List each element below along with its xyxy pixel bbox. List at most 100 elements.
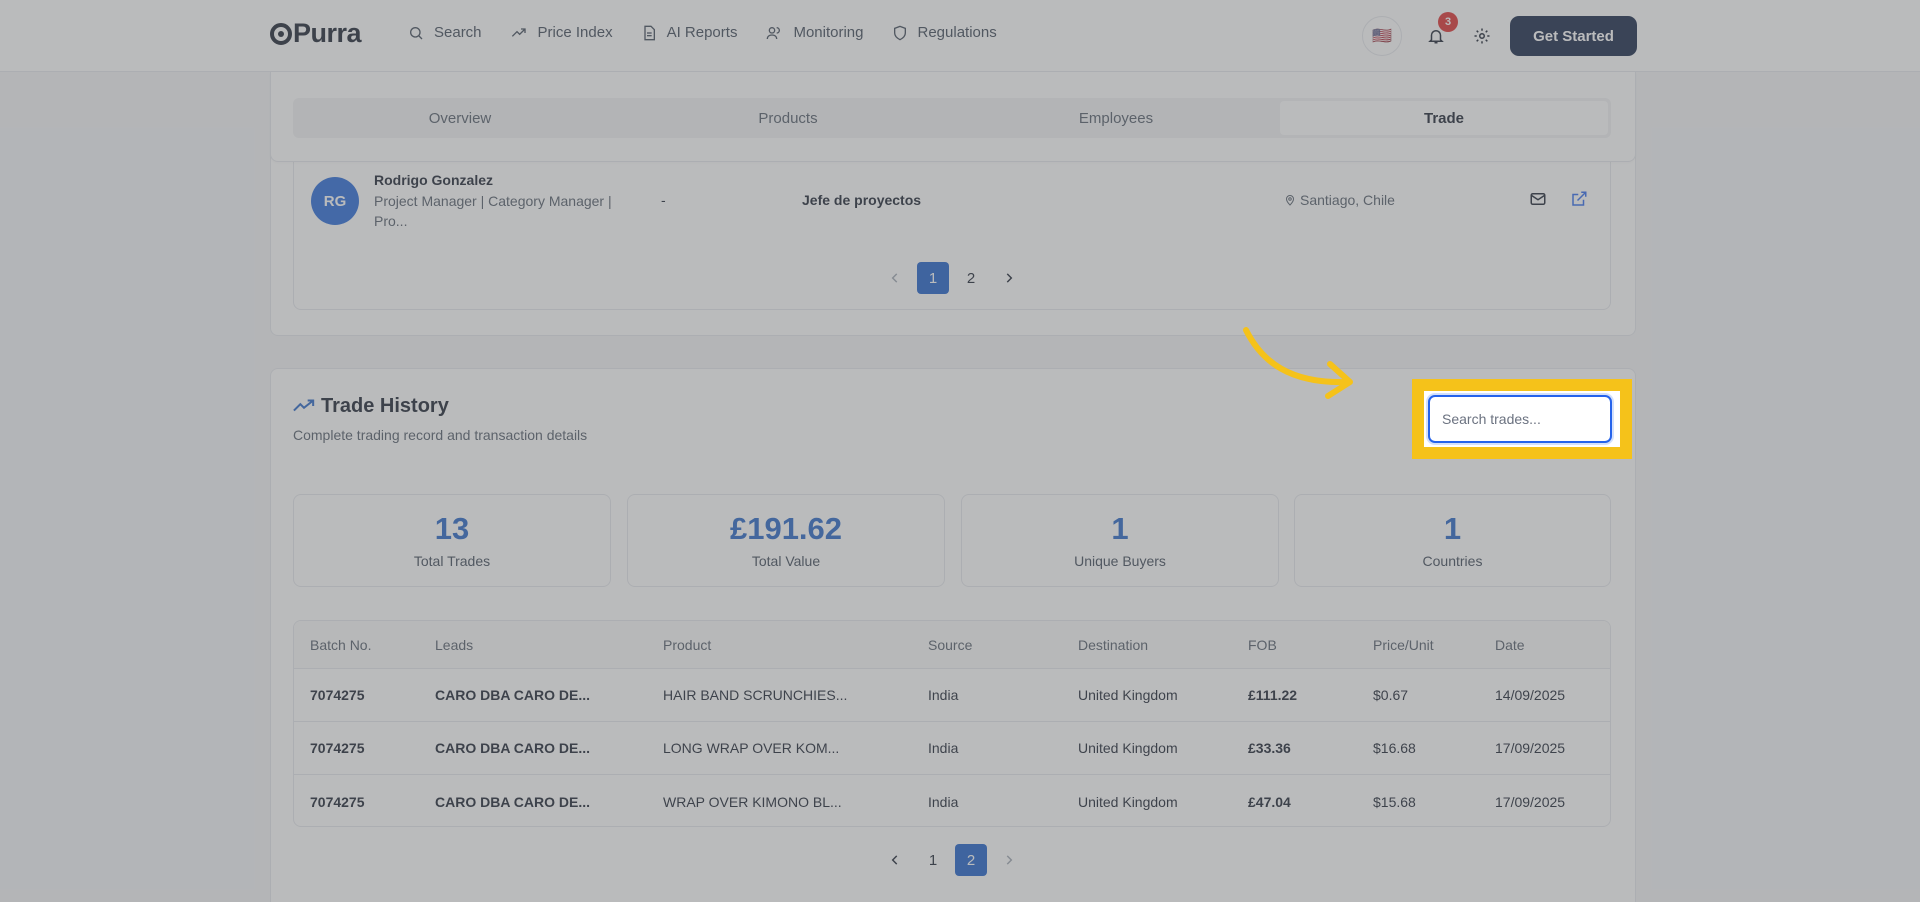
page-1-button[interactable]: 1 — [917, 262, 949, 294]
table-row[interactable]: 7074275 CARO DBA CARO DE... WRAP OVER KI… — [294, 775, 1610, 826]
mail-icon — [1530, 193, 1546, 205]
gear-icon — [1474, 28, 1490, 44]
nav-regulations-label: Regulations — [917, 24, 997, 41]
nav-ai-reports-label: AI Reports — [666, 24, 738, 41]
cell-source: India — [928, 687, 959, 703]
avatar: RG — [311, 177, 359, 225]
cell-price-unit: $0.67 — [1373, 687, 1409, 703]
cell-batch: 7074275 — [310, 740, 365, 756]
prev-page-button[interactable] — [879, 844, 911, 876]
next-page-button[interactable] — [993, 262, 1025, 294]
trades-pagination: 1 2 — [879, 844, 1025, 876]
next-page-button[interactable] — [993, 844, 1025, 876]
stat-unique-buyers: 1 Unique Buyers — [961, 494, 1279, 587]
cell-leads: CARO DBA CARO DE... — [435, 793, 591, 810]
tab-products[interactable]: Products — [624, 101, 952, 135]
nav-regulations[interactable]: Regulations — [892, 24, 997, 41]
nav-ai-reports[interactable]: AI Reports — [641, 24, 738, 41]
logo[interactable]: Purra — [270, 18, 362, 49]
cell-date: 14/09/2025 — [1495, 687, 1566, 703]
stat-label: Unique Buyers — [1074, 553, 1166, 569]
logo-mark-icon — [270, 22, 292, 45]
stat-label: Total Value — [751, 553, 821, 569]
employee-department: - — [661, 192, 666, 208]
column-header: Product — [663, 636, 712, 653]
chevron-left-icon — [891, 273, 898, 283]
language-flag-button[interactable]: 🇺🇸 — [1362, 16, 1402, 56]
prev-page-button[interactable] — [879, 262, 911, 294]
settings-button[interactable] — [1466, 20, 1498, 52]
cell-fob: £33.36 — [1248, 740, 1291, 756]
cell-batch: 7074275 — [310, 793, 365, 810]
stat-countries: 1 Countries — [1294, 494, 1611, 587]
cell-fob: £47.04 — [1248, 793, 1291, 810]
tab-trade[interactable]: Trade — [1280, 101, 1608, 135]
cell-leads: CARO DBA CARO DE... — [435, 740, 591, 756]
employee-location-text: Santiago, Chile — [1300, 192, 1395, 208]
trade-history-title: Trade History — [321, 395, 449, 417]
page-2-button[interactable]: 2 — [955, 844, 987, 876]
trades-table: Batch No. Leads Product Source Destinati… — [293, 620, 1611, 827]
users-icon — [767, 26, 781, 39]
cell-date: 17/09/2025 — [1495, 740, 1566, 756]
search-highlight — [1412, 379, 1632, 459]
cell-product: LONG WRAP OVER KOM... — [663, 740, 840, 756]
external-link-button[interactable] — [1570, 190, 1590, 210]
cell-destination: United Kingdom — [1078, 793, 1178, 810]
employee-title: Project Manager | Category Manager | Pro… — [374, 193, 612, 229]
us-flag-icon: 🇺🇸 — [1372, 28, 1392, 45]
map-pin-icon — [1285, 195, 1295, 206]
tab-overview[interactable]: Overview — [296, 101, 624, 135]
cell-destination: United Kingdom — [1078, 687, 1178, 703]
stat-value: 13 — [434, 511, 470, 546]
column-header: FOB — [1248, 636, 1277, 653]
column-header: Date — [1495, 636, 1525, 653]
cell-destination: United Kingdom — [1078, 740, 1178, 756]
stat-value: 1 — [1111, 511, 1129, 546]
trending-up-icon — [293, 399, 315, 412]
nav-price-index[interactable]: Price Index — [510, 24, 613, 41]
cell-product: HAIR BAND SCRUNCHIES... — [663, 687, 848, 703]
get-started-button[interactable]: Get Started — [1510, 16, 1637, 56]
column-header: Batch No. — [310, 636, 372, 653]
column-header: Source — [928, 636, 973, 653]
stat-label: Total Trades — [413, 553, 491, 569]
nav-monitoring[interactable]: Monitoring — [765, 24, 864, 41]
table-row[interactable]: 7074275 CARO DBA CARO DE... LONG WRAP OV… — [294, 722, 1610, 775]
column-header: Leads — [435, 636, 474, 653]
annotation-arrow-icon — [1243, 327, 1353, 399]
employee-location: Santiago, Chile — [1284, 192, 1395, 208]
cell-price-unit: $16.68 — [1373, 740, 1416, 756]
cell-price-unit: $15.68 — [1373, 793, 1416, 810]
nav-search[interactable]: Search — [408, 24, 482, 41]
trend-icon — [511, 27, 526, 37]
table-header-row: Batch No. Leads Product Source Destinati… — [294, 621, 1610, 669]
search-trades-input[interactable] — [1428, 395, 1612, 443]
column-header: Price/Unit — [1373, 636, 1434, 653]
employee-pagination: 1 2 — [879, 262, 1025, 294]
cell-date: 17/09/2025 — [1495, 793, 1566, 810]
chevron-right-icon — [1006, 273, 1013, 283]
stat-total-value: £191.62 Total Value — [627, 494, 945, 587]
stat-label: Countries — [1422, 553, 1483, 569]
trade-history-subtitle: Complete trading record and transaction … — [293, 427, 588, 443]
tab-employees[interactable]: Employees — [952, 101, 1280, 135]
table-row[interactable]: 7074275 CARO DBA CARO DE... HAIR BAND SC… — [294, 669, 1610, 722]
nav-search-label: Search — [434, 24, 482, 41]
chevron-left-icon — [891, 855, 898, 865]
stat-value: 1 — [1443, 511, 1462, 546]
stat-value: £191.62 — [729, 511, 843, 546]
nav-monitoring-label: Monitoring — [793, 24, 864, 41]
chevron-right-icon — [1006, 855, 1013, 865]
cell-source: India — [928, 740, 959, 756]
logo-text: Purra — [293, 18, 362, 48]
nav-price-index-label: Price Index — [537, 24, 613, 41]
page-2-button[interactable]: 2 — [955, 262, 987, 294]
cell-product: WRAP OVER KIMONO BL... — [663, 793, 842, 810]
email-button[interactable] — [1529, 190, 1549, 210]
employee-name: Rodrigo Gonzalez — [374, 172, 493, 188]
cell-fob: £111.22 — [1248, 687, 1298, 703]
cell-source: India — [928, 793, 959, 810]
page-1-button[interactable]: 1 — [917, 844, 949, 876]
nav-links: Search Price Index AI Reports Monitoring… — [408, 24, 1025, 41]
